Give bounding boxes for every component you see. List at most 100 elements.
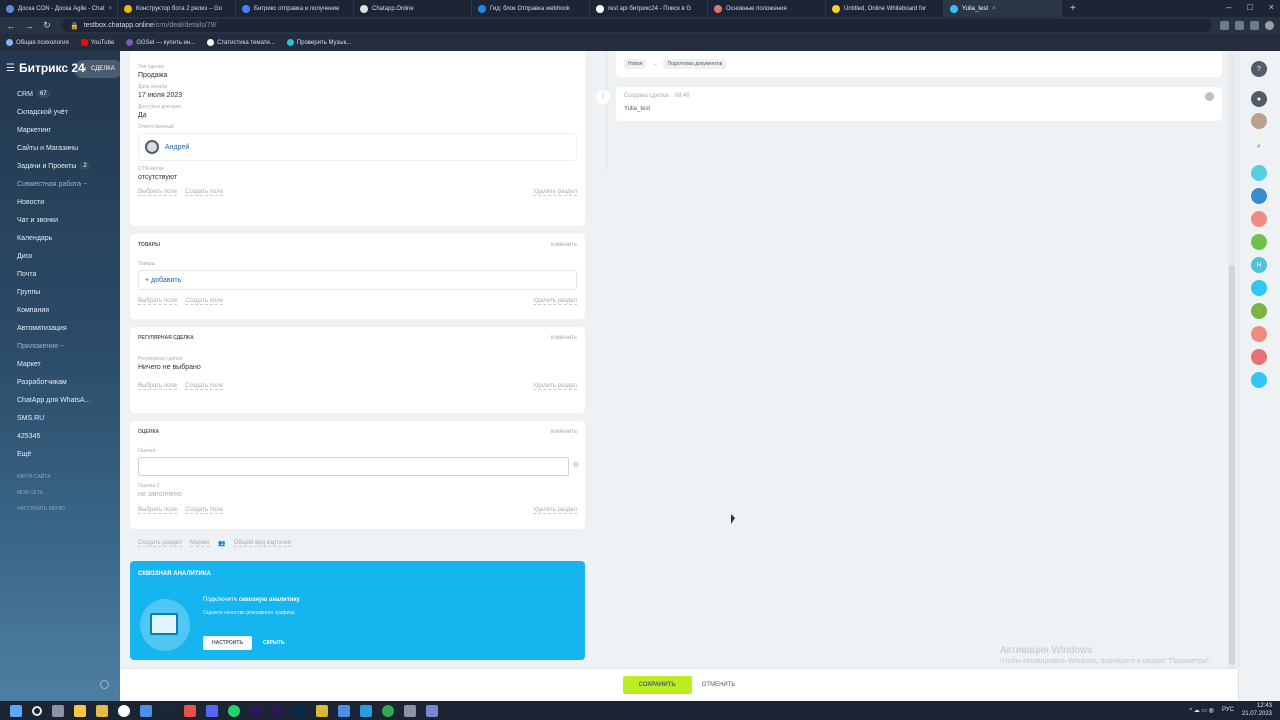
search-icon[interactable]: ⌕	[1251, 139, 1267, 155]
bookmark[interactable]: Общая психология	[6, 39, 69, 46]
steam-icon[interactable]	[162, 704, 174, 717]
chat-icon[interactable]	[1251, 165, 1267, 181]
field-utm[interactable]: UTM-метки отсутствуют	[130, 161, 585, 181]
edit-section-link[interactable]: изменить	[551, 335, 577, 341]
menu-item-groups[interactable]: Группы	[0, 283, 120, 301]
app-icon[interactable]	[404, 704, 416, 717]
chat-icon[interactable]	[1251, 349, 1267, 365]
back-icon[interactable]: ←	[4, 21, 18, 31]
field-recurring[interactable]: Регулярная сделка Ничего не выбрано	[130, 349, 585, 371]
browser-tab[interactable]: Chatapp.Online	[354, 0, 472, 17]
extension-icon[interactable]	[1250, 21, 1259, 30]
new-tab-button[interactable]: +	[1070, 3, 1076, 14]
cancel-button[interactable]: ОТМЕНИТЬ	[702, 682, 736, 688]
app-icon[interactable]	[96, 704, 108, 717]
menu-item-news[interactable]: Новости	[0, 193, 120, 211]
extension-icon[interactable]	[1220, 21, 1229, 30]
close-icon[interactable]: ×	[992, 6, 996, 12]
url-field[interactable]: 🔒 testbox.chatapp.online /crm/deal/detai…	[62, 19, 1212, 32]
task-view-icon[interactable]	[52, 704, 64, 717]
menu-item-market[interactable]: Маркет	[0, 355, 120, 373]
configure-menu-link[interactable]: НАСТРОИТЬ МЕНЮ	[0, 501, 120, 517]
menu-item-marketing[interactable]: Маркетинг	[0, 121, 120, 139]
menu-item-chat[interactable]: Чат и звонки	[0, 211, 120, 229]
edit-section-link[interactable]: изменить	[551, 429, 577, 435]
hide-link[interactable]: СКРЫТЬ	[263, 640, 285, 646]
app-icon[interactable]	[184, 704, 196, 717]
menu-group-collab[interactable]: Совместная работа ~	[0, 175, 120, 193]
menu-item-warehouse[interactable]: Складской учёт	[0, 103, 120, 121]
common-view-link[interactable]: Общий вид карточки	[233, 540, 292, 547]
menu-item-mail[interactable]: Почта	[0, 265, 120, 283]
menu-item-disk[interactable]: Диск	[0, 247, 120, 265]
app-icon[interactable]	[426, 704, 438, 717]
delete-section-link[interactable]: Удалить раздел	[533, 189, 577, 196]
minimize-icon[interactable]: –	[1226, 2, 1231, 12]
save-button[interactable]: СОХРАНИТЬ	[622, 676, 692, 694]
reload-icon[interactable]: ↻	[40, 20, 54, 31]
bookmark[interactable]: GGSel — купить ин...	[126, 39, 195, 46]
add-chat-icon[interactable]	[1251, 372, 1267, 388]
create-section-link[interactable]: Создать раздел	[138, 540, 182, 547]
bell-icon[interactable]: ●	[1251, 91, 1267, 107]
rating-input[interactable]	[138, 457, 569, 476]
menu-item-425345[interactable]: 425345	[0, 427, 120, 445]
whatsapp-icon[interactable]	[228, 704, 240, 717]
menu-item-crm[interactable]: CRM 67	[0, 85, 120, 103]
delete-section-link[interactable]: Удалить раздел	[533, 298, 577, 305]
bookmark[interactable]: Проверить Музык...	[286, 39, 351, 46]
menu-item-automation[interactable]: Автоматизация	[0, 319, 120, 337]
browser-tab[interactable]: Гид: блок Отправка webhook	[472, 0, 590, 17]
yandex-icon[interactable]	[118, 704, 130, 717]
maximize-icon[interactable]: □	[1247, 2, 1252, 12]
search-icon[interactable]	[32, 705, 42, 716]
chat-icon[interactable]	[1251, 188, 1267, 204]
chat-icon[interactable]	[1251, 234, 1267, 250]
chat-icon[interactable]	[1251, 303, 1267, 319]
close-icon[interactable]: ×	[108, 6, 112, 12]
gear-icon[interactable]: ⚙	[573, 461, 579, 469]
browser-tab[interactable]: Untitled, Online Whiteboard for	[826, 0, 944, 17]
premiere-icon[interactable]	[272, 704, 284, 717]
choose-field-link[interactable]: Выбрать поле	[138, 189, 178, 196]
app-icon[interactable]	[360, 704, 372, 717]
photoshop-icon[interactable]	[294, 704, 306, 717]
profile-icon[interactable]	[1265, 21, 1274, 30]
menu-item-smsru[interactable]: SMS.RU	[0, 409, 120, 427]
create-field-link[interactable]: Создать поле	[185, 189, 223, 196]
field-available[interactable]: Доступна для всех Да	[130, 99, 585, 119]
responsible-user[interactable]: Андрей	[138, 133, 577, 161]
browser-tab-active[interactable]: Yulia_test ×	[944, 0, 1062, 17]
slider-close-button[interactable]: ✕ СДЕЛКА	[74, 60, 123, 78]
chrome-icon[interactable]	[382, 704, 394, 717]
timeline-user[interactable]: Yulia_test	[624, 106, 650, 112]
edit-section-link[interactable]: изменить	[551, 242, 577, 248]
menu-item-more[interactable]: Ещё	[0, 445, 120, 463]
field-rating2[interactable]: Оценка 2 не заполнено	[130, 476, 585, 498]
group-chat-icon[interactable]	[1251, 280, 1267, 296]
app-icon[interactable]	[316, 704, 328, 717]
delete-section-link[interactable]: Удалить раздел	[533, 507, 577, 514]
bookmark[interactable]: YouTube	[80, 39, 114, 46]
aftereffects-icon[interactable]	[250, 704, 262, 717]
menu-item-sites[interactable]: Сайты и Магазины	[0, 139, 120, 157]
forward-icon[interactable]: →	[22, 21, 36, 31]
menu-group-apps[interactable]: Приложения ~	[0, 337, 120, 355]
collapse-menu-icon[interactable]	[100, 680, 109, 689]
sitemap-link[interactable]: КАРТА САЙТА	[0, 469, 120, 485]
menu-item-calendar[interactable]: Календарь	[0, 229, 120, 247]
browser-tab[interactable]: Конструктор бота 2 релиз – Go	[118, 0, 236, 17]
bookmark[interactable]: Статистика темати...	[207, 39, 275, 46]
menu-item-chatapp[interactable]: ChatApp для WhatsA...	[0, 391, 120, 409]
menu-item-developers[interactable]: Разработчикам	[0, 373, 120, 391]
field-deal-type[interactable]: Тип сделки Продажа	[130, 51, 585, 79]
field-start-date[interactable]: Дата начала 17 июля 2023	[130, 79, 585, 99]
tray-icons[interactable]: ^ ☁ ▭ ◍	[1189, 707, 1214, 714]
choose-field-link[interactable]: Выбрать поле	[138, 298, 178, 305]
delete-section-link[interactable]: Удалить раздел	[533, 383, 577, 390]
create-field-link[interactable]: Создать поле	[185, 383, 223, 390]
app-icon[interactable]	[140, 704, 152, 717]
windows-start-icon[interactable]	[10, 704, 22, 717]
add-product-button[interactable]: + добавить	[138, 270, 577, 290]
explorer-icon[interactable]	[74, 704, 86, 717]
